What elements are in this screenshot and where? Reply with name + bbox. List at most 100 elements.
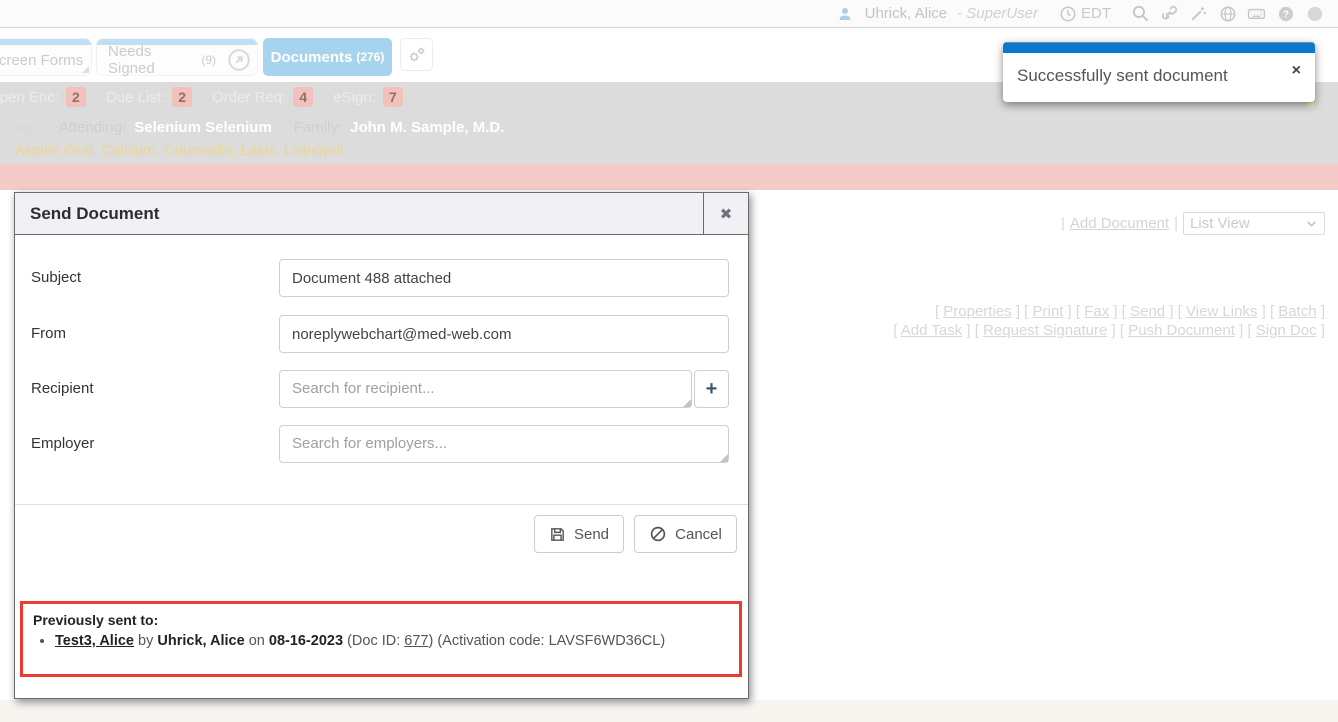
clock-icon [1058, 4, 1077, 23]
action-request-signature[interactable]: Request Signature [983, 322, 1107, 339]
cancel-button[interactable]: Cancel [634, 515, 737, 553]
patient-bar: Corp. Attending: Selenium Selenium Famil… [0, 112, 1338, 164]
gear-icon [406, 44, 428, 66]
action-view-links[interactable]: View Links [1186, 303, 1257, 320]
employer-input[interactable] [279, 425, 729, 463]
document-toolbar: | Add Document | List View [1061, 212, 1325, 235]
prev-by-word: by [138, 633, 153, 649]
tab-needs-signed[interactable]: Needs Signed (9) [96, 38, 258, 76]
alert-bar [0, 164, 1338, 190]
resize-handle-icon[interactable] [683, 399, 691, 407]
view-mode-select[interactable]: List View [1183, 212, 1325, 235]
popout-icon[interactable] [226, 47, 252, 73]
status-order-req[interactable]: Order Req: 4 [212, 87, 313, 107]
previously-sent-highlight: Previously sent to: Test3, Alice by Uhri… [20, 601, 742, 677]
bracket: ] [1113, 303, 1117, 320]
chevron-down-icon [1305, 217, 1318, 230]
status-esign[interactable]: eSign: 7 [333, 87, 403, 107]
status-due-list[interactable]: Due List: 2 [106, 87, 192, 107]
user-name[interactable]: Uhrick, Alice [865, 5, 948, 22]
document-actions-line1: [ Properties ] [ Print ] [ Fax ] [ Send … [893, 302, 1325, 321]
attending-label: Attending: [59, 119, 127, 136]
help-icon[interactable]: ? [1276, 4, 1295, 23]
view-mode-value: List View [1190, 215, 1250, 232]
bracket: ] [1016, 303, 1020, 320]
action-send[interactable]: Send [1130, 303, 1165, 320]
bracket: [ [935, 303, 939, 320]
action-properties[interactable]: Properties [943, 303, 1011, 320]
user-role: - SuperUser [957, 5, 1038, 22]
bracket: [ [1024, 303, 1028, 320]
tab-documents-label: Documents [271, 49, 353, 66]
prev-doc-id-prefix: (Doc ID: [347, 633, 400, 649]
toast-notification: Successfully sent document × [1003, 42, 1315, 102]
modal-close-button[interactable]: ✖ [703, 193, 748, 235]
bracket: ] [1068, 303, 1072, 320]
action-batch[interactable]: Batch [1278, 303, 1316, 320]
add-document-link[interactable]: Add Document [1070, 215, 1169, 232]
action-print[interactable]: Print [1033, 303, 1064, 320]
bracket: [ [1270, 303, 1274, 320]
bracket: ] [966, 322, 970, 339]
resize-handle-icon[interactable] [720, 454, 728, 462]
family-label: Family: [294, 119, 342, 136]
search-icon[interactable] [1131, 4, 1150, 23]
bracket: ] [1112, 322, 1116, 339]
employer-label: Employer [31, 435, 94, 452]
attending-name: Selenium Selenium [134, 119, 272, 136]
status-open-enc[interactable]: Open Enc: 2 [0, 87, 86, 107]
previously-sent-entry: Test3, Alice by Uhrick, Alice on 08-16-2… [55, 631, 729, 652]
recipient-input[interactable] [279, 370, 692, 408]
link-icon[interactable] [1160, 4, 1179, 23]
prev-recipient-link[interactable]: Test3, Alice [55, 633, 134, 649]
subject-input[interactable] [279, 259, 729, 297]
toast-close-icon[interactable]: × [1292, 62, 1301, 80]
top-bar: Uhrick, Alice - SuperUser EDT ? [0, 0, 1338, 28]
tab-needs-signed-count: (9) [201, 53, 216, 67]
toolbar-separator: | [1061, 215, 1065, 232]
globe-icon[interactable] [1218, 4, 1237, 23]
prev-sender: Uhrick, Alice [157, 633, 244, 649]
modal-divider [15, 504, 748, 505]
keyboard-icon[interactable] [1247, 4, 1266, 23]
tab-screen-forms[interactable]: Screen Forms [0, 38, 92, 76]
meds-label: s: [0, 142, 9, 159]
send-button[interactable]: Send [534, 515, 624, 553]
timezone-control[interactable]: EDT [1058, 4, 1111, 23]
bracket: [ [1247, 322, 1251, 339]
from-input[interactable] [279, 315, 729, 353]
prev-doc-id-link[interactable]: 677 [404, 633, 428, 649]
status-open-enc-badge[interactable]: 2 [66, 87, 86, 107]
page-footer-strip [0, 700, 1338, 722]
medications-list[interactable]: Aspirin Oral, Calcium, Coumadin, Lasix, … [15, 142, 343, 159]
presence-circle-icon[interactable] [1305, 4, 1324, 23]
action-fax[interactable]: Fax [1084, 303, 1109, 320]
tab-documents[interactable]: Documents (276) [263, 38, 392, 76]
status-due-list-badge[interactable]: 2 [172, 87, 192, 107]
status-order-req-badge[interactable]: 4 [293, 87, 313, 107]
status-esign-badge[interactable]: 7 [383, 87, 403, 107]
bracket: [ [1120, 322, 1124, 339]
prev-on-word: on [249, 633, 265, 649]
action-push-document[interactable]: Push Document [1128, 322, 1235, 339]
status-esign-label: eSign: [333, 89, 376, 106]
tab-needs-signed-label: Needs Signed [108, 43, 197, 77]
bracket: [ [893, 322, 897, 339]
add-recipient-button[interactable]: + [694, 370, 729, 408]
wand-icon[interactable] [1189, 4, 1208, 23]
bracket: ] [1239, 322, 1243, 339]
action-sign-doc[interactable]: Sign Doc [1256, 322, 1317, 339]
user-icon [836, 4, 855, 23]
bracket: ] [1262, 303, 1266, 320]
action-add-task[interactable]: Add Task [901, 322, 962, 339]
tab-settings-button[interactable] [400, 38, 433, 71]
bracket: [ [1076, 303, 1080, 320]
bracket: ] [1321, 322, 1325, 339]
prev-activation-code: ) (Activation code: LAVSF6WD36CL) [429, 633, 666, 649]
family-name: John M. Sample, M.D. [350, 119, 504, 136]
send-button-label: Send [574, 526, 609, 543]
bracket: ] [1169, 303, 1173, 320]
document-actions-line2: [ Add Task ] [ Request Signature ] [ Pus… [893, 321, 1325, 340]
document-actions: [ Properties ] [ Print ] [ Fax ] [ Send … [893, 302, 1325, 340]
previously-sent-heading: Previously sent to: [33, 610, 729, 630]
